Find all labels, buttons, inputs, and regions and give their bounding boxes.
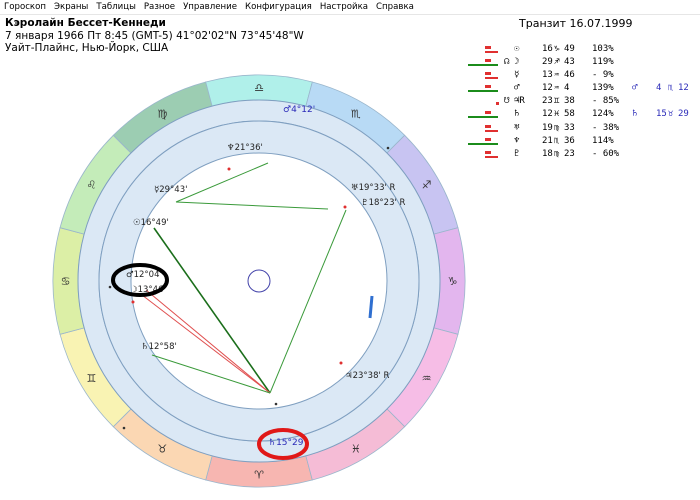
transit-mars-label: ♂4°12' <box>283 105 315 115</box>
ring-point <box>274 402 278 406</box>
aspect-point <box>343 205 347 209</box>
zodiac-sign-glyph: ♏ <box>351 107 361 120</box>
aspect-point <box>339 361 343 365</box>
natal-jupiter-label: ♃23°38' R <box>345 371 390 381</box>
natal-mars-label: ♂12°04' <box>126 270 162 280</box>
zodiac-sign-glyph: ♈ <box>254 469 264 482</box>
ring-point <box>122 426 126 430</box>
natal-neptune-label: ♆21°36' <box>227 143 263 153</box>
zodiac-sign-glyph: ♒ <box>422 372 432 385</box>
natal-sun-label: ☉16°49' <box>133 218 169 228</box>
transit-saturn-label: ♄15°29' <box>268 438 306 448</box>
zodiac-sign-glyph: ♋ <box>61 275 71 288</box>
zodiac-sign-glyph: ♌ <box>86 178 96 191</box>
zodiac-sign-glyph: ♊ <box>86 372 96 385</box>
horoscope-wheel[interactable]: ♈ ♉ ♊ ♋ ♌ ♍ ♎ ♏ ♐ ♑ ♒ ♓ ♂4°12' ♄15°29' ♆21°36' ☿29°43' ☉… <box>0 0 700 500</box>
natal-saturn-label: ♄12°58' <box>141 342 177 352</box>
natal-pluto-label: ♇18°23' R <box>361 198 406 208</box>
zodiac-sign-glyph: ♓ <box>351 443 361 456</box>
zodiac-sign-glyph: ♐ <box>422 178 432 191</box>
ascendant-marker <box>368 295 374 319</box>
zodiac-sign-glyph: ♉ <box>157 443 167 456</box>
ring-point <box>386 146 390 150</box>
natal-mercury-label: ☿29°43' <box>154 185 187 195</box>
zodiac-sign-glyph: ♍ <box>157 107 167 120</box>
zodiac-sign-glyph: ♎ <box>254 82 264 95</box>
natal-uranus-label: ♅19°33' R <box>351 183 396 193</box>
ring-point <box>108 285 112 289</box>
aspect-point <box>131 300 135 304</box>
zodiac-sign-glyph: ♑ <box>448 275 458 288</box>
aspect-point <box>227 167 231 171</box>
